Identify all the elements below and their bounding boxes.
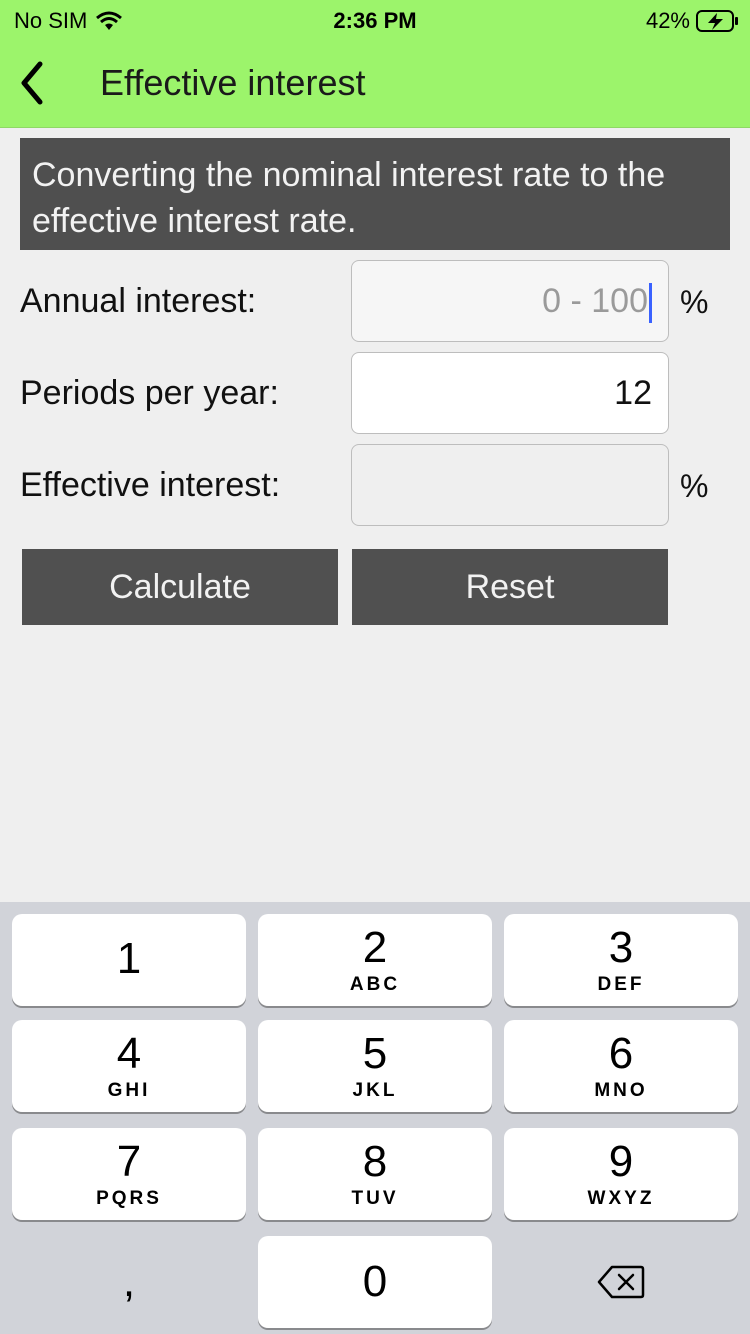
key-letters: MNO — [594, 1080, 648, 1101]
key-comma[interactable]: , — [12, 1236, 246, 1328]
key-letters: DEF — [597, 974, 645, 995]
key-8[interactable]: 8 TUV — [258, 1128, 492, 1220]
key-0[interactable]: 0 — [258, 1236, 492, 1328]
key-7[interactable]: 7 PQRS — [12, 1128, 246, 1220]
description-banner: Converting the nominal interest rate to … — [20, 138, 730, 250]
key-4[interactable]: 4 GHI — [12, 1020, 246, 1112]
key-digit: 8 — [362, 1137, 388, 1186]
key-6[interactable]: 6 MNO — [504, 1020, 738, 1112]
annual-interest-label: Annual interest: — [20, 282, 257, 320]
navigation-bar: Effective interest — [0, 40, 750, 128]
key-2[interactable]: 2 ABC — [258, 914, 492, 1006]
key-letters: ABC — [349, 974, 401, 995]
periods-per-year-input[interactable]: 12 — [351, 352, 669, 434]
key-digit: 1 — [116, 934, 142, 983]
status-time: 2:36 PM — [333, 8, 417, 33]
battery: 42% — [646, 8, 740, 34]
key-digit: 3 — [608, 923, 634, 972]
key-digit: 0 — [362, 1257, 388, 1306]
key-digit: 2 — [362, 923, 388, 972]
annual-interest-input[interactable]: 0 - 100 — [351, 260, 669, 342]
key-5[interactable]: 5 JKL — [258, 1020, 492, 1112]
battery-percent: 42% — [645, 8, 690, 33]
delete-key[interactable] — [504, 1236, 738, 1328]
key-3[interactable]: 3 DEF — [504, 914, 738, 1006]
periods-per-year-label: Periods per year: — [20, 374, 279, 412]
key-letters: JKL — [352, 1080, 398, 1101]
key-digit: 7 — [116, 1137, 142, 1186]
key-digit: 9 — [608, 1137, 634, 1186]
back-chevron-icon[interactable] — [16, 60, 46, 106]
comma-glyph: , — [122, 1257, 136, 1306]
key-digit: 4 — [116, 1029, 142, 1078]
annual-interest-placeholder: 0 - 100 — [542, 282, 648, 320]
effective-interest-output — [351, 444, 669, 526]
text-cursor — [649, 283, 652, 324]
status-bar: No SIM 2:36 PM 42% — [0, 0, 750, 40]
backspace-icon — [597, 1265, 645, 1299]
page-title: Effective interest — [100, 62, 366, 103]
key-digit: 5 — [362, 1029, 388, 1078]
key-digit: 6 — [608, 1029, 634, 1078]
annual-interest-unit: % — [680, 284, 709, 320]
key-letters: GHI — [107, 1080, 151, 1101]
battery-charging-icon — [696, 10, 738, 32]
numeric-keypad: 1 2 ABC 3 DEF 4 GHI 5 JKL 6 MNO 7 PQRS 8… — [0, 902, 750, 1334]
key-letters: PQRS — [96, 1188, 162, 1209]
effective-interest-unit: % — [680, 468, 709, 504]
key-9[interactable]: 9 WXYZ — [504, 1128, 738, 1220]
key-letters: TUV — [351, 1188, 399, 1209]
effective-interest-label: Effective interest: — [20, 466, 281, 504]
calculate-button[interactable]: Calculate — [22, 549, 338, 625]
key-letters: WXYZ — [587, 1188, 655, 1209]
reset-button[interactable]: Reset — [352, 549, 668, 625]
key-1[interactable]: 1 — [12, 914, 246, 1006]
